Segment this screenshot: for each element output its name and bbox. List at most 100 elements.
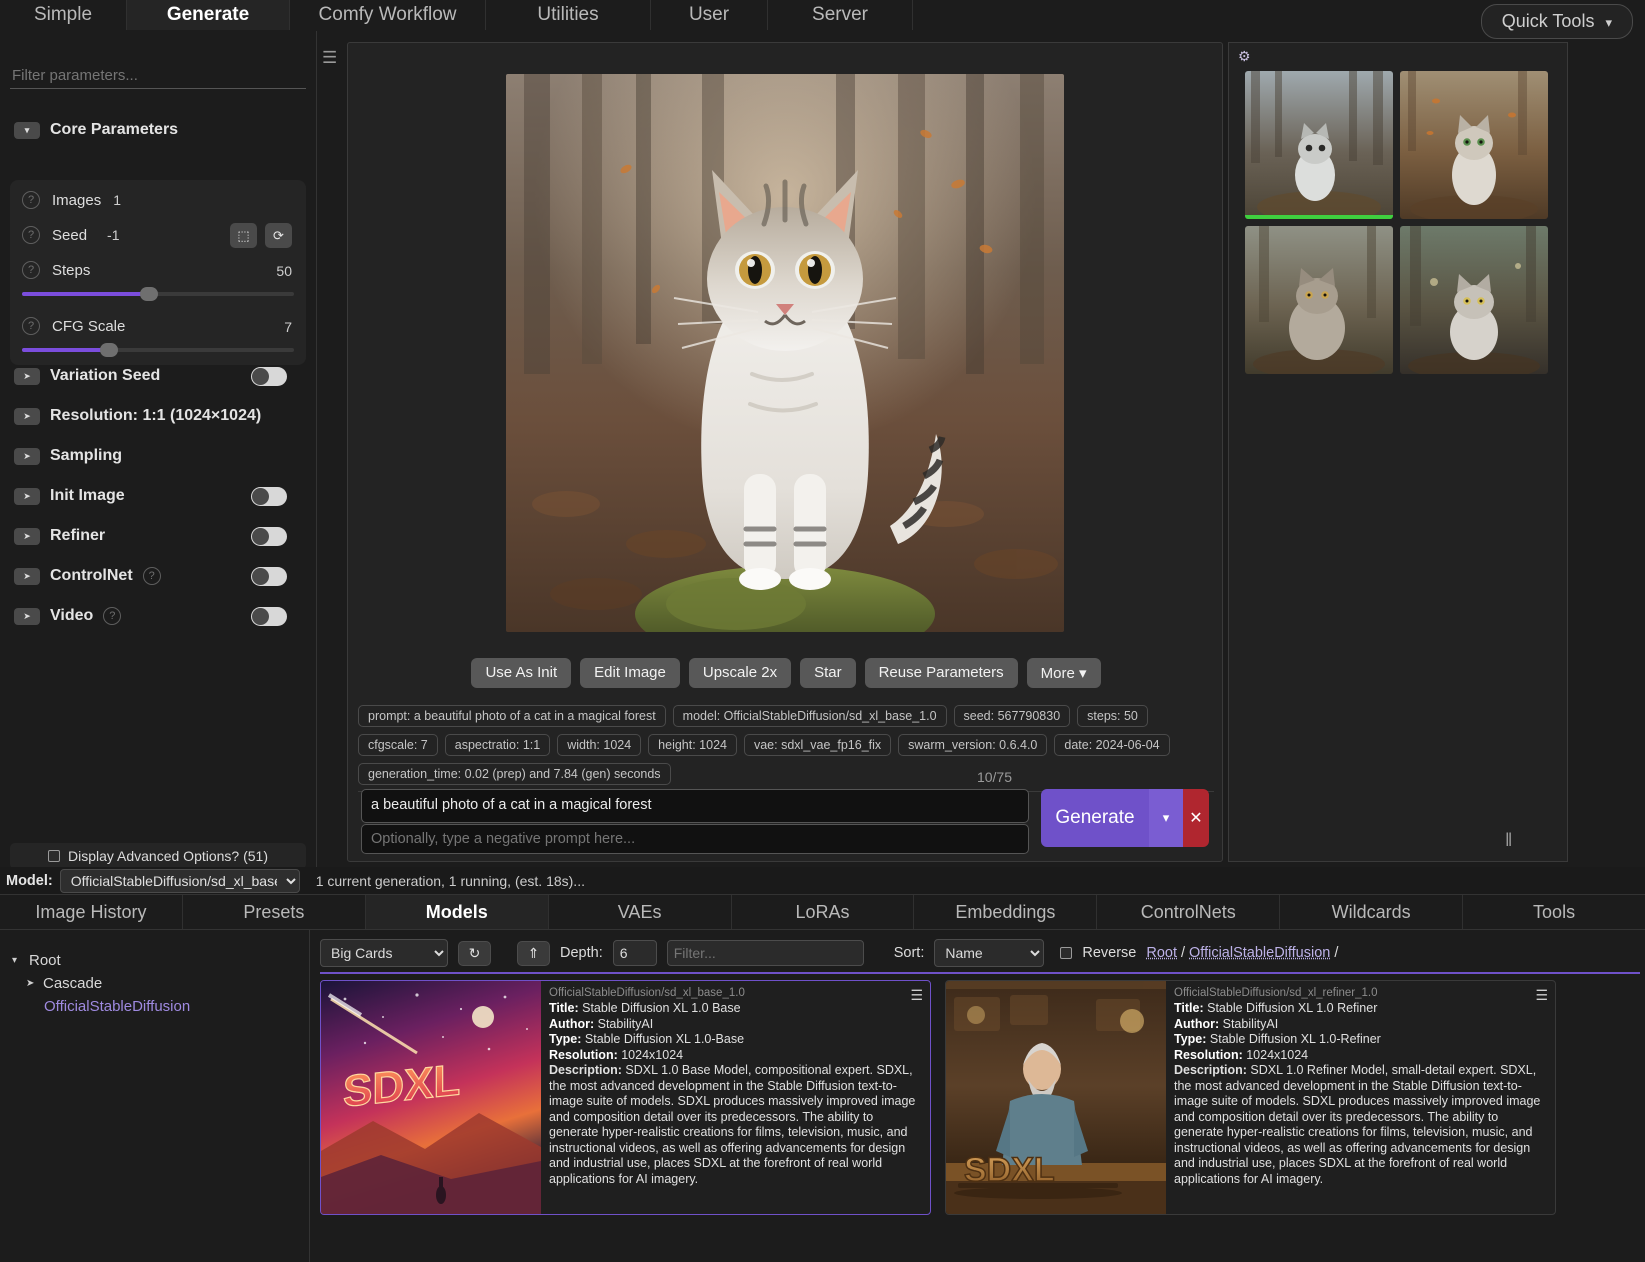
steps-slider-knob[interactable] <box>140 287 158 301</box>
up-folder-icon[interactable]: ⇑ <box>517 941 550 966</box>
tab-user[interactable]: User <box>651 0 768 30</box>
tab-vaes[interactable]: VAEs <box>549 895 732 929</box>
gear-icon[interactable]: ⚙ <box>1238 48 1251 65</box>
thumbnail-item[interactable] <box>1245 71 1393 219</box>
steps-slider[interactable] <box>22 292 294 296</box>
chevron-down-icon[interactable]: ▾ <box>1149 789 1183 847</box>
help-icon[interactable]: ? <box>103 607 121 625</box>
filter-parameters-input[interactable] <box>10 63 306 89</box>
param-seed-value[interactable]: -1 <box>107 227 119 243</box>
sidebar-item-label: Sampling <box>50 447 122 465</box>
tab-utilities[interactable]: Utilities <box>486 0 651 30</box>
generated-image[interactable] <box>506 74 1064 632</box>
model-card-author-row: Author: StabilityAI <box>1174 1017 1545 1033</box>
video-toggle[interactable] <box>251 607 287 626</box>
reverse-checkbox[interactable] <box>1060 947 1072 959</box>
model-card[interactable]: SDXL OfficialStableDiffusion/sd_xl_base_… <box>320 980 931 1215</box>
sdxl-refiner-preview: SDXL <box>946 981 1166 1214</box>
negative-prompt-input[interactable] <box>361 824 1029 854</box>
param-steps-value[interactable]: 50 <box>276 263 292 279</box>
model-card-thumbnail: SDXL <box>946 981 1166 1214</box>
tree-item-officialstablediffusion[interactable]: OfficialStableDiffusion <box>12 998 309 1015</box>
sort-select[interactable]: Name <box>934 939 1044 967</box>
thumbnail-item[interactable] <box>1400 226 1548 374</box>
sidebar-item-refiner[interactable]: ➤ Refiner <box>14 524 303 548</box>
view-mode-select[interactable]: Big Cards <box>320 939 448 967</box>
tab-controlnets[interactable]: ControlNets <box>1097 895 1280 929</box>
controlnet-toggle[interactable] <box>251 567 287 586</box>
depth-input[interactable] <box>613 940 657 966</box>
title-label: Title: <box>1174 1001 1204 1015</box>
cancel-generation-button[interactable]: ✕ <box>1183 789 1209 847</box>
sidebar-item-variation-seed[interactable]: ➤ Variation Seed <box>14 364 303 388</box>
init-image-toggle[interactable] <box>251 487 287 506</box>
help-icon[interactable]: ? <box>22 226 40 244</box>
tab-generate[interactable]: Generate <box>127 0 290 30</box>
refresh-icon[interactable]: ↻ <box>458 941 491 966</box>
tree-item-root[interactable]: ▾ Root <box>12 952 309 969</box>
seed-reuse-icon[interactable]: ⟳ <box>265 223 292 248</box>
tree-item-cascade[interactable]: ➤ Cascade <box>12 975 309 992</box>
meta-steps: steps: 50 <box>1077 705 1148 727</box>
sidebar-collapse-handle[interactable]: ☰ <box>322 48 336 68</box>
model-card-description-row: Description: SDXL 1.0 Base Model, compos… <box>549 1063 920 1187</box>
breadcrumb-root[interactable]: Root <box>1146 945 1177 961</box>
sort-label: Sort: <box>894 945 925 961</box>
sidebar-item-controlnet[interactable]: ➤ ControlNet ? <box>14 564 303 588</box>
right-panel-collapse-handle[interactable]: ‖ <box>1505 830 1512 851</box>
param-images-value[interactable]: 1 <box>113 192 121 208</box>
tab-comfy-workflow[interactable]: Comfy Workflow <box>290 0 486 30</box>
tab-models[interactable]: Models <box>366 895 549 929</box>
meta-cfgscale: cfgscale: 7 <box>358 734 438 756</box>
core-parameters-header[interactable]: ▾ Core Parameters <box>14 121 178 139</box>
browser-filter-input[interactable] <box>667 940 864 966</box>
cfg-slider[interactable] <box>22 348 294 352</box>
tab-loras[interactable]: LoRAs <box>732 895 915 929</box>
help-icon[interactable]: ? <box>22 261 40 279</box>
variation-seed-toggle[interactable] <box>251 367 287 386</box>
generate-button[interactable]: Generate <box>1041 789 1149 847</box>
tab-image-history[interactable]: Image History <box>0 895 183 929</box>
cfg-slider-fill <box>22 348 104 352</box>
breadcrumb-officialstablediffusion[interactable]: OfficialStableDiffusion <box>1189 945 1330 961</box>
hamburger-menu-icon[interactable]: ☰ <box>910 987 923 1004</box>
help-icon[interactable]: ? <box>22 191 40 209</box>
sidebar-item-sampling[interactable]: ➤ Sampling <box>14 444 303 468</box>
model-card-list: SDXL OfficialStableDiffusion/sd_xl_base_… <box>320 972 1640 1257</box>
tab-embeddings[interactable]: Embeddings <box>914 895 1097 929</box>
folder-tree-panel: ▾ Root ➤ Cascade OfficialStableDiffusion <box>0 930 310 1262</box>
model-card[interactable]: SDXL OfficialStableDiffusion/sd_xl_refin… <box>945 980 1556 1215</box>
refiner-toggle[interactable] <box>251 527 287 546</box>
sidebar-item-resolution[interactable]: ➤ Resolution: 1:1 (1024×1024) <box>14 404 303 428</box>
core-parameters-label: Core Parameters <box>50 121 178 139</box>
help-icon[interactable]: ? <box>22 317 40 335</box>
tab-simple[interactable]: Simple <box>0 0 127 30</box>
edit-image-button[interactable]: Edit Image <box>580 658 680 688</box>
sidebar-item-video[interactable]: ➤ Video ? <box>14 604 303 628</box>
thumbnail-item[interactable] <box>1245 226 1393 374</box>
more-button[interactable]: More ▾ <box>1027 658 1101 688</box>
thumbnail-grid <box>1245 71 1548 374</box>
star-button[interactable]: Star <box>800 658 856 688</box>
seed-randomize-icon[interactable]: ⬚ <box>230 223 257 248</box>
prompt-input[interactable]: a beautiful photo of a cat in a magical … <box>361 789 1029 823</box>
help-icon[interactable]: ? <box>143 567 161 585</box>
upscale-2x-button[interactable]: Upscale 2x <box>689 658 791 688</box>
hamburger-menu-icon[interactable]: ☰ <box>1535 987 1548 1004</box>
cfg-slider-knob[interactable] <box>100 343 118 357</box>
tab-server[interactable]: Server <box>768 0 913 30</box>
model-select[interactable]: OfficialStableDiffusion/sd_xl_base_1.0 <box>60 869 300 893</box>
display-advanced-options-checkbox[interactable]: Display Advanced Options? (51) <box>10 843 306 869</box>
tab-presets[interactable]: Presets <box>183 895 366 929</box>
sidebar-item-init-image[interactable]: ➤ Init Image <box>14 484 303 508</box>
chevron-down-icon: ▾ <box>14 122 40 139</box>
param-cfg-value[interactable]: 7 <box>284 319 292 335</box>
thumbnail-item[interactable] <box>1400 71 1548 219</box>
resolution-label: Resolution: <box>1174 1048 1243 1062</box>
tab-wildcards[interactable]: Wildcards <box>1280 895 1463 929</box>
quick-tools-label: Quick Tools <box>1502 11 1595 31</box>
reuse-parameters-button[interactable]: Reuse Parameters <box>865 658 1018 688</box>
quick-tools-button[interactable]: Quick Tools ▾ <box>1481 4 1633 39</box>
tab-tools[interactable]: Tools <box>1463 895 1645 929</box>
use-as-init-button[interactable]: Use As Init <box>471 658 571 688</box>
